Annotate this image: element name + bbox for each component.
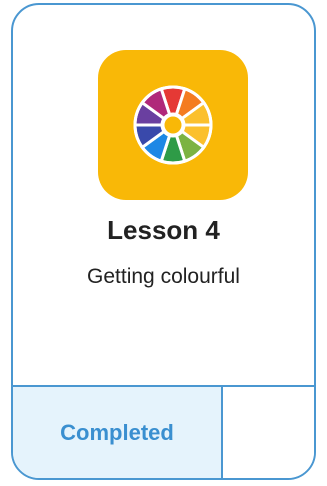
- lesson-card[interactable]: Lesson 4 Getting colourful Completed: [11, 3, 316, 480]
- color-wheel-hub: [161, 113, 185, 137]
- footer-action-cell[interactable]: [223, 387, 314, 478]
- status-label: Completed: [60, 419, 174, 445]
- status-completed-button[interactable]: Completed: [13, 387, 223, 478]
- lesson-title: Lesson 4: [107, 215, 220, 245]
- color-wheel-icon: [133, 85, 213, 165]
- lesson-footer: Completed: [13, 385, 314, 478]
- lesson-app-icon: [98, 50, 248, 200]
- lesson-subtitle: Getting colourful: [87, 265, 240, 288]
